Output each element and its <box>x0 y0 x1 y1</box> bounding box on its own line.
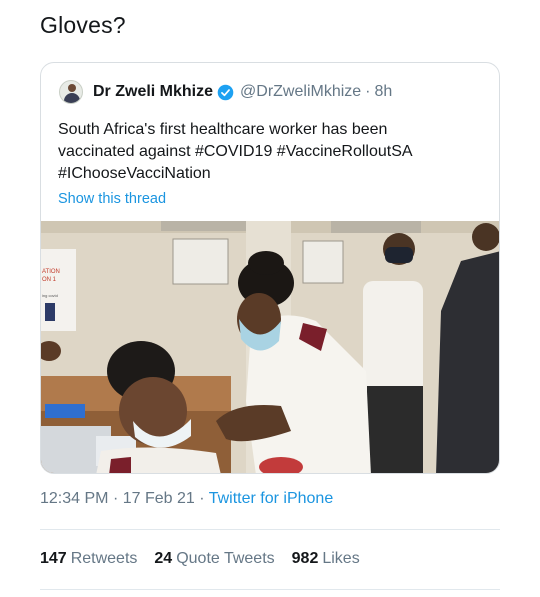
meta-separator: · <box>199 490 205 507</box>
poster-text: ATION <box>42 269 60 275</box>
quote-tweets-label: Quote Tweets <box>176 550 275 567</box>
vaccination-photo-illustration: ATION ON 1 ing covid <box>41 221 499 473</box>
quoted-tweet-text: South Africa's first healthcare worker h… <box>58 119 478 185</box>
verified-badge-icon <box>217 84 234 100</box>
author-handle[interactable]: @DrZweliMkhize <box>240 83 361 101</box>
header-separator: · <box>365 83 371 100</box>
quoted-tweet-card[interactable]: Dr Zweli Mkhize @DrZweliMkhize · 8h Sout… <box>40 62 500 474</box>
tweet-date[interactable]: 17 Feb 21 <box>123 490 195 507</box>
time-ago[interactable]: 8h <box>375 83 393 101</box>
quoted-tweet-line[interactable]: #IChooseVacciNation <box>58 163 478 185</box>
meta-separator: · <box>112 490 119 507</box>
retweets-count: 147 <box>40 550 67 567</box>
likes-count: 982 <box>291 550 319 567</box>
tweet-metadata: 12:34 PM · 17 Feb 21 · Twitter for iPhon… <box>40 490 333 508</box>
author-name[interactable]: Dr Zweli Mkhize <box>93 83 213 101</box>
tweet-source-link[interactable]: Twitter for iPhone <box>209 490 334 507</box>
poster-text: ing covid <box>42 293 58 298</box>
divider <box>40 529 500 530</box>
show-thread-link[interactable]: Show this thread <box>58 191 166 207</box>
retweets-label: Retweets <box>70 550 138 567</box>
quoted-tweet-line[interactable]: vaccinated against #COVID19 #VaccineRoll… <box>58 141 478 163</box>
quoted-tweet-line: South Africa's first healthcare worker h… <box>58 121 388 138</box>
quote-tweets-count: 24 <box>154 550 173 567</box>
likes-stat[interactable]: 982 Likes <box>292 550 360 568</box>
tweet-photo[interactable]: ATION ON 1 ing covid <box>41 221 499 473</box>
engagement-stats: 147 Retweets 24 Quote Tweets 982 Likes <box>40 550 377 568</box>
quoted-tweet-header: Dr Zweli Mkhize @DrZweliMkhize · 8h <box>59 78 392 106</box>
quote-tweets-stat[interactable]: 24 Quote Tweets <box>154 550 274 568</box>
poster-text: ON 1 <box>42 277 57 283</box>
divider <box>40 589 500 590</box>
avatar[interactable] <box>59 80 83 104</box>
retweets-stat[interactable]: 147 Retweets <box>40 550 137 568</box>
tweet-text: Gloves? <box>40 12 126 38</box>
tweet-time[interactable]: 12:34 PM <box>40 490 108 507</box>
likes-label: Likes <box>322 550 360 567</box>
